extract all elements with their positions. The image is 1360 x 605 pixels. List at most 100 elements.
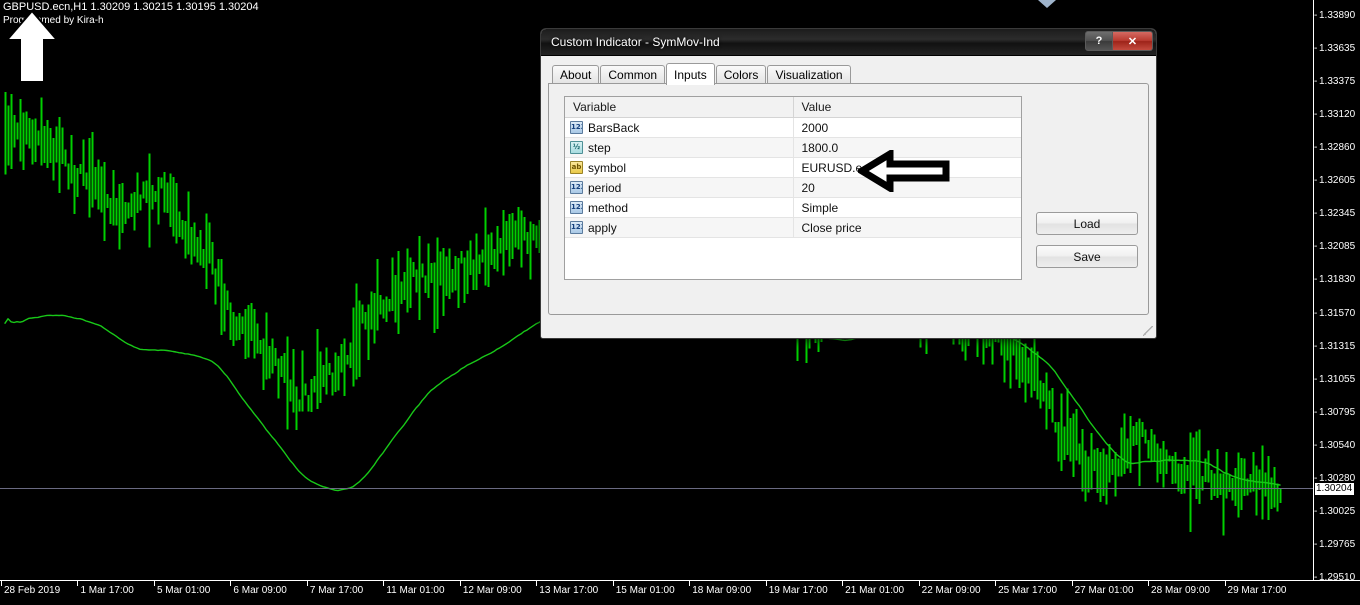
price-tick-label: -1.31315 [1314,341,1360,352]
time-tick-label: 28 Mar 09:00 [1151,585,1210,597]
price-tick-label: -1.31570 [1314,308,1360,319]
screen: GBPUSD.ecn,H1 1.30209 1.30215 1.30195 1.… [0,0,1360,605]
time-axis-separator [689,581,690,586]
time-axis-separator [460,581,461,586]
save-button[interactable]: Save [1036,245,1138,268]
tab-visualization[interactable]: Visualization [767,65,850,84]
table-row[interactable]: 123period20 [565,178,1021,198]
time-axis-separator [1072,581,1073,586]
price-axis[interactable]: 1.30204 -1.33890 -1.33635 -1.33375 -1.33120… [1313,0,1360,580]
dialog-titlebar[interactable]: Custom Indicator - SymMov-Ind ? ✕ [541,29,1156,56]
time-tick-label: 5 Mar 01:00 [157,585,210,597]
tab-about[interactable]: About [552,65,599,84]
time-axis-separator [766,581,767,586]
price-tick-label: -1.33375 [1314,76,1360,87]
time-tick-label: 1 Mar 17:00 [80,585,133,597]
time-tick-label: 18 Mar 09:00 [692,585,751,597]
price-tick-label: -1.32345 [1314,208,1360,219]
time-tick-label: 19 Mar 17:00 [769,585,828,597]
resize-grip[interactable] [1143,326,1153,336]
custom-indicator-dialog[interactable]: Custom Indicator - SymMov-Ind ? ✕ AboutC… [540,28,1157,339]
dialog-title: Custom Indicator - SymMov-Ind [551,35,720,50]
time-axis-separator [613,581,614,586]
time-tick-label: 11 Mar 01:00 [386,585,444,597]
time-tick-label: 22 Mar 09:00 [922,585,981,597]
time-axis-separator [1148,581,1149,586]
variable-name: step [588,141,611,155]
table-row[interactable]: 123 apply Close price [565,218,1021,238]
variable-name: period [588,181,621,195]
price-tick-label: -1.31830 [1314,274,1360,285]
variable-name: BarsBack [588,121,639,135]
column-header-value: Value [794,97,1022,117]
titlebar-button-group: ? ✕ [1085,31,1153,51]
cell-variable: 123 BarsBack [565,118,794,137]
price-tick-label: -1.29765 [1314,539,1360,550]
time-axis-separator [154,581,155,586]
tab-bar: AboutCommonInputsColorsVisualization [552,62,1149,84]
price-tick-label: -1.33635 [1314,43,1360,54]
price-tick-label: -1.30540 [1314,440,1360,451]
time-axis-separator [307,581,308,586]
price-tick-label: -1.32860 [1314,142,1360,153]
cell-variable: ab symbol [565,158,794,177]
time-tick-label: 7 Mar 17:00 [310,585,363,597]
variable-name: symbol [588,161,626,175]
tab-common[interactable]: Common [600,65,665,84]
time-axis-separator [536,581,537,586]
load-button[interactable]: Load [1036,212,1138,235]
string-variable-icon: ab [570,161,583,174]
time-axis-corner [1346,581,1360,589]
table-row[interactable]: absymbolEURUSD.ecn [565,158,1021,178]
time-axis-separator [1,581,2,586]
tab-colors[interactable]: Colors [716,65,767,84]
time-tick-label: 25 Mar 17:00 [998,585,1057,597]
table-row[interactable]: 123 BarsBack 2000 [565,118,1021,138]
time-tick-label: 29 Mar 17:00 [1228,585,1287,597]
price-tick-label: -1.32605 [1314,175,1360,186]
price-tick-label: -1.31055 [1314,374,1360,385]
price-tick-label: -1.30025 [1314,506,1360,517]
current-price-line [0,488,1313,489]
variable-name: apply [588,221,617,235]
parameters-table[interactable]: Variable Value 123 BarsBack 2000½step1800.… [564,96,1022,280]
up-arrow-annotation-icon [4,8,60,86]
time-tick-label: 27 Mar 01:00 [1075,585,1134,597]
time-axis-separator [1225,581,1226,586]
int-variable-icon: 123 [570,181,583,194]
cell-value[interactable]: 2000 [794,118,1022,137]
int-variable-icon: 123 [570,221,583,234]
time-tick-label: 15 Mar 01:00 [616,585,675,597]
table-header-row: Variable Value [565,97,1021,118]
current-price-label: 1.30204 [1315,483,1354,495]
tab-inputs[interactable]: Inputs [666,63,715,85]
table-body: 123BarsBack2000½step1800.0absymbolEURUSD… [565,118,1021,238]
time-axis-separator [995,581,996,586]
price-tick-label: -1.33890 [1314,10,1360,21]
cell-variable: 123method [565,198,794,217]
time-tick-label: 13 Mar 17:00 [539,585,598,597]
dialog-body: AboutCommonInputsColorsVisualization Var… [541,56,1156,338]
time-axis-separator [919,581,920,586]
time-axis[interactable]: 28 Feb 2019 1 Mar 17:00 5 Mar 01:00 6 Mar 0… [0,580,1360,605]
time-axis-separator [230,581,231,586]
price-tick-label: -1.33120 [1314,109,1360,120]
chart-top-marker-icon [1038,0,1056,8]
time-axis-separator [842,581,843,586]
time-tick-label: 28 Feb 2019 [4,585,60,597]
price-tick-label: -1.32085 [1314,241,1360,252]
close-icon[interactable]: ✕ [1113,31,1153,51]
table-row[interactable]: ½step1800.0 [565,138,1021,158]
cell-value[interactable]: Simple [794,198,1022,217]
cell-value[interactable]: Close price [794,218,1022,237]
time-tick-label: 6 Mar 09:00 [233,585,286,597]
column-header-variable: Variable [565,97,794,117]
time-tick-label: 21 Mar 01:00 [845,585,904,597]
help-button[interactable]: ? [1085,31,1113,51]
table-row[interactable]: 123methodSimple [565,198,1021,218]
cell-variable: 123 apply [565,218,794,237]
time-axis-separator [383,581,384,586]
int-variable-icon: 123 [570,121,583,134]
cell-variable: ½step [565,138,794,157]
time-axis-separator [77,581,78,586]
